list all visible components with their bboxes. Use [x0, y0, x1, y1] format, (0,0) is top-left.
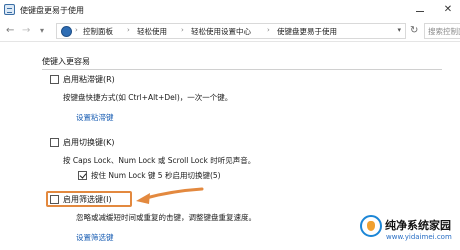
breadcrumb-separator-icon[interactable]: ›	[127, 26, 130, 34]
recent-locations-chevron-icon[interactable]: ▾	[40, 25, 44, 37]
setup-filter-keys-link[interactable]: 设置筛选键	[76, 232, 114, 243]
forward-arrow-icon[interactable]: →	[22, 25, 30, 37]
watermark-url: www.yidaimei.com	[386, 233, 452, 241]
section-divider	[42, 69, 442, 70]
setup-sticky-keys-link[interactable]: 设置粘滞键	[76, 112, 114, 123]
toggle-keys-label[interactable]: 启用切换键(K)	[63, 137, 115, 148]
toggle-keys-checkbox[interactable]	[50, 138, 59, 147]
annotation-highlight-box	[46, 191, 132, 207]
address-bar: ← → ▾ › 控制面板 › 轻松使用 › 轻松使用设置中心 › 使键盘更易于使…	[0, 20, 460, 42]
breadcrumb[interactable]: › 控制面板 › 轻松使用 › 轻松使用设置中心 › 使键盘更易于使用 ▾	[56, 23, 406, 39]
sticky-keys-description: 按键盘快捷方式(如 Ctrl+Alt+Del)，一次一个键。	[63, 93, 233, 102]
annotation-arrow-icon	[136, 187, 204, 204]
watermark-logo-icon	[360, 215, 382, 237]
breadcrumb-item-keyboard[interactable]: 使键盘更易于使用	[277, 26, 337, 37]
breadcrumb-separator-icon[interactable]: ›	[267, 26, 270, 34]
control-panel-icon	[61, 26, 72, 37]
title-bar: 使键盘更易于使用 ✕	[0, 0, 460, 20]
address-dropdown-icon[interactable]: ▾	[397, 26, 401, 34]
section-heading: 使键入更容易	[42, 57, 90, 66]
breadcrumb-item-control-panel[interactable]: 控制面板	[83, 26, 113, 37]
window-title: 使键盘更易于使用	[20, 6, 84, 15]
breadcrumb-item-ease-of-access[interactable]: 轻松使用	[137, 26, 167, 37]
sticky-keys-checkbox[interactable]	[50, 75, 59, 84]
toggle-keys-description: 按 Caps Lock、Num Lock 或 Scroll Lock 时听见声音…	[63, 156, 256, 165]
search-input[interactable]: 搜索控制面板	[424, 23, 460, 39]
minimize-button[interactable]	[412, 2, 428, 18]
watermark-title: 纯净系统家园	[385, 219, 451, 232]
watermark: 纯净系统家园 www.yidaimei.com	[360, 205, 460, 250]
num-lock-toggle-label[interactable]: 按住 Num Lock 键 5 秒启用切换键(5)	[91, 170, 221, 181]
filter-keys-description: 忽略或减缓短时间或重复的击键，调整键盘重复速度。	[76, 213, 256, 222]
back-arrow-icon[interactable]: ←	[6, 25, 14, 37]
sticky-keys-label[interactable]: 启用粘滞键(R)	[63, 74, 115, 85]
breadcrumb-separator-icon[interactable]: ›	[181, 26, 184, 34]
num-lock-toggle-checkbox[interactable]	[78, 171, 87, 180]
breadcrumb-separator-icon[interactable]: ›	[75, 26, 78, 34]
refresh-icon[interactable]: ↻	[410, 25, 418, 36]
keyboard-icon	[4, 4, 15, 15]
breadcrumb-item-ease-of-access-center[interactable]: 轻松使用设置中心	[191, 26, 251, 37]
close-button[interactable]: ✕	[440, 2, 456, 18]
